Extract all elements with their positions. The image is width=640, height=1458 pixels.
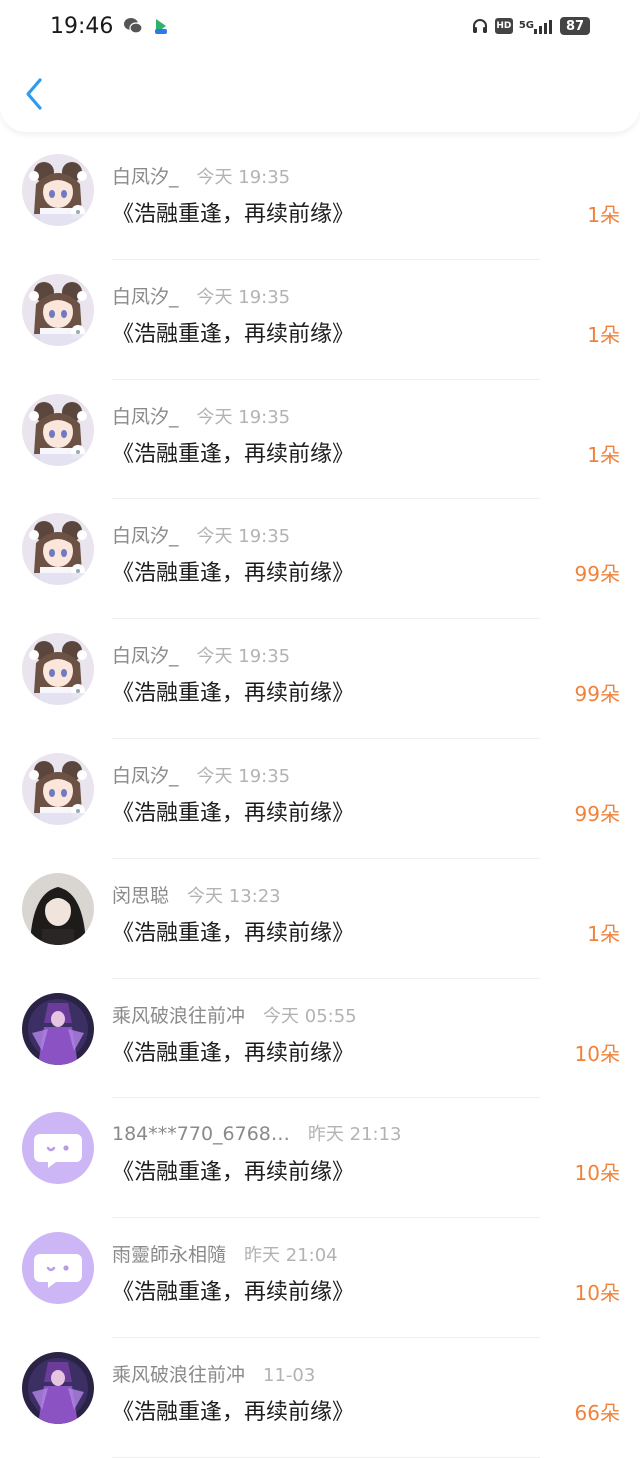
work-title: 《浩融重逢，再续前缘》	[112, 1040, 355, 1066]
avatar[interactable]	[22, 513, 94, 586]
avatar[interactable]	[22, 752, 94, 825]
sender-name: 白凤汐_	[112, 285, 179, 308]
avatar[interactable]	[22, 154, 94, 226]
sent-time: 昨天 21:04	[244, 1245, 338, 1267]
flower-count: 10朵	[574, 1041, 620, 1066]
item-meta: 白凤汐_ 今天 19:35	[112, 282, 290, 309]
sender-name: 白凤汐_	[112, 166, 179, 188]
flower-count: 1朵	[587, 921, 620, 946]
list-item[interactable]: 白凤汐_ 今天 19:35 《浩融重逢，再续前缘》 1朵	[0, 260, 640, 380]
flower-count: 99朵	[574, 562, 620, 587]
list-item[interactable]: 乘风破浪往前冲 11-03 《浩融重逢，再续前缘》 66朵	[0, 1338, 640, 1458]
signal-5g-icon: 5G	[519, 18, 554, 34]
avatar[interactable]	[22, 633, 94, 706]
sender-name: 乘风破浪往前冲	[112, 1004, 246, 1027]
sent-time: 今天 19:35	[196, 286, 291, 308]
sent-time: 今天 19:35	[196, 646, 291, 668]
video-app-icon	[153, 17, 169, 35]
sent-time: 昨天 21:13	[307, 1124, 402, 1146]
gift-list: 白凤汐_ 今天 19:35 《浩融重逢，再续前缘》 1朵 白凤汐_ 今天 19:35 《浩融…	[0, 140, 640, 1458]
sender-name: 雨靈師永相隨	[112, 1244, 227, 1267]
avatar[interactable]	[22, 393, 94, 466]
avatar[interactable]	[22, 1112, 94, 1185]
sender-name: 白凤汐_	[112, 645, 179, 668]
hd-icon: HD	[494, 18, 513, 34]
flower-count: 1朵	[587, 203, 620, 227]
nav-bar	[0, 52, 640, 132]
network-label: 5G	[518, 20, 534, 31]
sent-time: 今天 19:35	[196, 167, 291, 188]
sent-time: 11-03	[263, 1364, 316, 1386]
flower-count: 99朵	[574, 682, 620, 707]
list-item[interactable]: 白凤汐_ 今天 19:35 《浩融重逢，再续前缘》 1朵	[0, 380, 640, 500]
flower-count: 99朵	[574, 801, 620, 826]
work-title: 《浩融重逢，再续前缘》	[112, 321, 355, 347]
item-meta: 雨靈師永相隨 昨天 21:04	[112, 1240, 338, 1267]
list-item[interactable]: 闵思聪 今天 13:23 《浩融重逢，再续前缘》 1朵	[0, 859, 640, 979]
flower-count: 10朵	[574, 1161, 620, 1186]
work-title: 《浩融重逢，再续前缘》	[112, 1399, 355, 1425]
status-left: 19:46	[50, 14, 169, 39]
avatar[interactable]	[22, 273, 94, 346]
list-item[interactable]: 白凤汐_ 今天 19:35 《浩融重逢，再续前缘》 99朵	[0, 739, 640, 859]
status-right: HD 5G 87	[471, 17, 590, 35]
item-meta: 乘风破浪往前冲 11-03	[112, 1360, 315, 1387]
work-title: 《浩融重逢，再续前缘》	[112, 561, 355, 587]
item-meta: 闵思聪 今天 13:23	[112, 881, 281, 908]
sender-name: 184***770_6768…	[112, 1123, 290, 1146]
avatar[interactable]	[22, 1351, 94, 1424]
work-title: 《浩融重逢，再续前缘》	[112, 800, 355, 826]
sent-time: 今天 05:55	[263, 1005, 357, 1027]
item-meta: 白凤汐_ 今天 19:35	[112, 761, 290, 788]
avatar[interactable]	[22, 872, 94, 945]
status-bar: 19:46 HD 5G 87	[0, 0, 640, 52]
item-meta: 白凤汐_ 今天 19:35	[112, 402, 290, 429]
item-meta: 乘风破浪往前冲 今天 05:55	[112, 1001, 357, 1028]
flower-count: 66朵	[574, 1400, 620, 1425]
work-title: 《浩融重逢，再续前缘》	[112, 681, 355, 707]
status-time: 19:46	[50, 13, 114, 39]
flower-count: 1朵	[587, 442, 620, 467]
list-item[interactable]: 乘风破浪往前冲 今天 05:55 《浩融重逢，再续前缘》 10朵	[0, 979, 640, 1099]
list-item[interactable]: 白凤汐_ 今天 19:35 《浩融重逢，再续前缘》 1朵	[0, 140, 640, 260]
list-item[interactable]: 184***770_6768… 昨天 21:13 《浩融重逢，再续前缘》 10朵	[0, 1098, 640, 1219]
work-title: 《浩融重逢，再续前缘》	[112, 1160, 355, 1186]
list-item[interactable]: 白凤汐_ 今天 19:35 《浩融重逢，再续前缘》 99朵	[0, 499, 640, 620]
list-item[interactable]: 雨靈師永相隨 昨天 21:04 《浩融重逢，再续前缘》 10朵	[0, 1218, 640, 1338]
work-title: 《浩融重逢，再续前缘》	[112, 920, 355, 946]
sent-time: 今天 13:23	[187, 885, 281, 907]
chevron-left-icon	[24, 77, 44, 115]
item-meta: 白凤汐_ 今天 19:35	[112, 641, 290, 668]
work-title: 《浩融重逢，再续前缘》	[112, 1280, 355, 1306]
work-title: 《浩融重逢，再续前缘》	[112, 202, 355, 227]
flower-count: 10朵	[574, 1281, 620, 1306]
sender-name: 乘风破浪往前冲	[112, 1363, 246, 1386]
sender-name: 白凤汐_	[112, 764, 179, 787]
sender-name: 白凤汐_	[112, 525, 179, 548]
back-button[interactable]	[18, 76, 50, 116]
battery-indicator: 87	[560, 17, 590, 35]
wechat-icon	[123, 17, 144, 35]
work-title: 《浩融重逢，再续前缘》	[112, 441, 355, 467]
sent-time: 今天 19:35	[196, 765, 291, 787]
headphones-icon	[471, 17, 489, 35]
sender-name: 白凤汐_	[112, 405, 179, 428]
item-meta: 白凤汐_ 今天 19:35	[112, 521, 290, 548]
avatar[interactable]	[22, 992, 94, 1065]
sent-time: 今天 19:35	[196, 406, 291, 428]
sender-name: 闵思聪	[112, 884, 170, 907]
sent-time: 今天 19:35	[196, 526, 291, 548]
flower-count: 1朵	[587, 322, 620, 347]
list-item[interactable]: 白凤汐_ 今天 19:35 《浩融重逢，再续前缘》 99朵	[0, 619, 640, 739]
item-meta: 白凤汐_ 今天 19:35	[112, 162, 290, 189]
avatar[interactable]	[22, 1232, 94, 1305]
item-meta: 184***770_6768… 昨天 21:13	[112, 1120, 402, 1146]
